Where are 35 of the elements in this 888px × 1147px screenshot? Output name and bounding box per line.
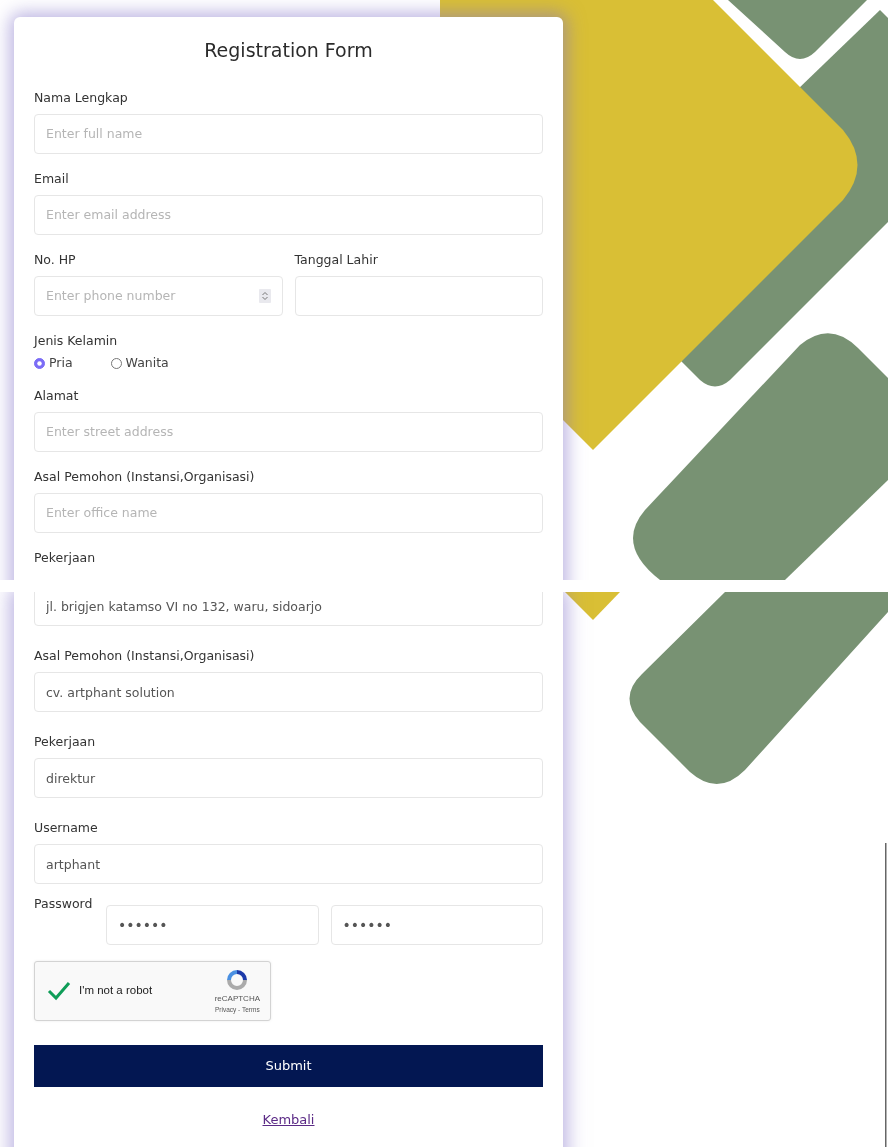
input-field[interactable]: •••••• [106, 905, 319, 945]
radio-button[interactable] [34, 357, 45, 369]
checkmark-icon[interactable] [47, 979, 71, 1003]
form-title: Registration Form [203, 38, 374, 62]
back-link[interactable]: Kembali [262, 1112, 315, 1127]
captcha-brand: reCAPTCHA [214, 993, 260, 1006]
field-label: Asal Pemohon (Instansi,Organisasi) [34, 467, 256, 486]
submit-button[interactable]: Submit [34, 1045, 543, 1087]
field-label: Nama Lengkap [34, 88, 129, 107]
radio-label: Pria [49, 353, 73, 372]
input-field[interactable]: artphant [34, 844, 543, 884]
field-label: Jenis Kelamin [34, 331, 119, 350]
radio-button[interactable] [110, 357, 122, 369]
input-field[interactable]: cv. artphant solution [34, 672, 543, 712]
radio-label: Wanita [125, 353, 169, 372]
field-label: Pekerjaan [34, 548, 97, 567]
field-label: Tanggal Lahir [294, 250, 379, 269]
input-field[interactable]: Enter phone number [34, 275, 283, 316]
input-field[interactable]: Enter full name [34, 113, 543, 154]
input-field[interactable]: jl. brigjen katamso VI no 132, waru, sidoarjo [34, 592, 543, 626]
field-label: No. HP [34, 250, 77, 269]
field-label: Password [34, 895, 94, 913]
background-shape [565, 592, 620, 620]
field-label: Asal Pemohon (Instansi,Organisasi) [34, 647, 256, 665]
input-field[interactable]: Enter street address [34, 411, 543, 452]
field-label: Email [34, 169, 70, 188]
input-field[interactable] [294, 275, 543, 316]
field-label: Pekerjaan [34, 733, 97, 751]
input-field[interactable]: •••••• [330, 905, 543, 945]
field-label: Alamat [34, 386, 80, 405]
input-field[interactable]: Enter office name [34, 492, 543, 533]
field-label: Username [34, 819, 99, 837]
captcha-label: I'm not a robot [79, 983, 153, 999]
input-field[interactable]: Enter email address [34, 194, 543, 235]
input-field[interactable]: direktur [34, 758, 543, 798]
